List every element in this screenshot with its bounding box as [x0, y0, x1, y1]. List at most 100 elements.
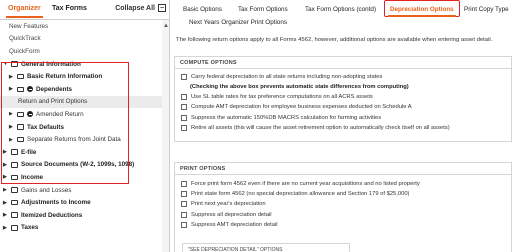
- tree-item-dependents[interactable]: ▶ Dependents: [0, 83, 162, 96]
- intro-text: The following return options apply to al…: [176, 37, 493, 43]
- folder-icon: [17, 124, 24, 130]
- tree-item-taxes[interactable]: ▶ Taxes: [0, 222, 162, 235]
- option-suppress-150db-macrs[interactable]: Suppress the automatic 150%DB MACRS calc…: [175, 113, 511, 123]
- tree-item-new-features[interactable]: New Features: [0, 20, 162, 33]
- folder-icon: [11, 187, 18, 193]
- chevron-right-icon[interactable]: ▶: [3, 200, 9, 206]
- tree-item-label: Separate Returns from Joint Data: [27, 136, 121, 144]
- collapse-all-button[interactable]: Collapse All −: [115, 4, 166, 12]
- tree-item-separate-returns[interactable]: ▶ Separate Returns from Joint Data: [0, 133, 162, 146]
- checkbox[interactable]: [181, 181, 187, 188]
- chevron-right-icon[interactable]: ▶: [3, 212, 9, 218]
- folder-icon: [11, 61, 18, 67]
- checkbox[interactable]: [181, 211, 187, 218]
- tree-item-basic-return-information[interactable]: ▶ Basic Return Information: [0, 70, 162, 83]
- tree-scrollbar[interactable]: ▲: [162, 20, 169, 252]
- folder-icon: [17, 73, 24, 80]
- tree-item-label: Adjustments to Income: [21, 199, 91, 207]
- checkbox[interactable]: [181, 114, 187, 121]
- tree-item-quickform[interactable]: QuickForm: [0, 45, 162, 58]
- collapse-all-label: Collapse All: [115, 4, 155, 12]
- option-label: Force print form 4562 even if there are …: [191, 181, 420, 188]
- chevron-right-icon[interactable]: ▶: [9, 124, 15, 130]
- chevron-right-icon[interactable]: ▶: [3, 225, 9, 231]
- tree-item-general-information[interactable]: ▼ General Information: [0, 58, 162, 71]
- option-note: (Checking the above box prevents automat…: [190, 84, 409, 91]
- option-label: Print next year's depreciation: [191, 201, 266, 208]
- checkbox[interactable]: [181, 104, 187, 111]
- tree-item-return-and-print-options[interactable]: Return and Print Options: [0, 95, 162, 109]
- tab-organizer[interactable]: Organizer: [6, 5, 43, 18]
- option-force-print-4562[interactable]: Force print form 4562 even if there are …: [175, 179, 511, 189]
- chevron-right-icon[interactable]: ▶: [3, 149, 9, 155]
- chevron-right-icon[interactable]: ▶: [9, 74, 15, 80]
- folder-icon: [11, 212, 18, 218]
- tree-item-amended-return[interactable]: ▶ Amended Return: [0, 108, 162, 121]
- checkbox[interactable]: [181, 201, 187, 208]
- option-label: Suppress AMT depreciation detail: [191, 221, 278, 228]
- chevron-down-icon[interactable]: ▼: [3, 61, 9, 67]
- tree-item-quicktrack[interactable]: QuickTrack: [0, 33, 162, 46]
- scroll-up-icon[interactable]: ▲: [163, 23, 169, 29]
- minus-circle-icon: [27, 111, 33, 118]
- active-tab-underline: [388, 15, 456, 17]
- checkbox[interactable]: [181, 94, 187, 101]
- left-tab-bar: Organizer Tax Forms Collapse All −: [0, 0, 169, 20]
- chevron-right-icon[interactable]: ▶: [3, 174, 9, 180]
- tab-next-years-organizer[interactable]: Next Years Organizer Print Options: [189, 16, 287, 28]
- option-print-state-4562[interactable]: Print state form 4562 (no special deprec…: [175, 189, 511, 199]
- option-print-next-year-depreciation[interactable]: Print next year's depreciation: [175, 199, 511, 209]
- tree-item-label: Amended Return: [36, 110, 84, 118]
- option-use-sl-table-rates[interactable]: Use SL table rates for tax preference co…: [175, 92, 511, 102]
- tab-tax-form-options[interactable]: Tax Form Options: [238, 3, 288, 15]
- tree-item-source-documents[interactable]: ▶ Source Documents (W-2, 1099s, 1098): [0, 159, 162, 172]
- tab-depreciation-options[interactable]: Depreciation Options: [390, 3, 454, 15]
- tree-item-label: Return and Print Options: [18, 98, 88, 106]
- tree-item-label: QuickForm: [9, 47, 40, 55]
- tab-tax-form-options-contd[interactable]: Tax Form Options (contd): [305, 3, 376, 15]
- tree-item-gains-and-losses[interactable]: ▶ Gains and Losses: [0, 184, 162, 197]
- option-retire-all-assets[interactable]: Retire all assets (this will cause the a…: [175, 123, 511, 133]
- chevron-right-icon[interactable]: ▶: [9, 111, 15, 117]
- collapse-icon: −: [158, 4, 166, 12]
- folder-icon: [11, 149, 18, 155]
- minus-circle-icon: [27, 86, 33, 93]
- chevron-right-icon[interactable]: ▶: [9, 86, 15, 92]
- checkbox[interactable]: [181, 124, 187, 131]
- tree-item-label: Income: [21, 173, 44, 181]
- tree-item-itemized-deductions[interactable]: ▶ Itemized Deductions: [0, 209, 162, 222]
- folder-icon: [17, 136, 24, 143]
- tree-item-income[interactable]: ▶ Income: [0, 171, 162, 184]
- tree-item-adjustments-to-income[interactable]: ▶ Adjustments to Income: [0, 196, 162, 209]
- see-detail-options-heading: "SEE DEPRECIATION DETAIL" OPTIONS: [182, 243, 350, 252]
- organizer-panel: Organizer Tax Forms Collapse All − New F…: [0, 0, 170, 252]
- tree-item-label: General Information: [21, 60, 81, 68]
- option-label: Compute AMT depreciation for employee bu…: [191, 104, 412, 111]
- checkbox[interactable]: [181, 191, 187, 198]
- option-suppress-amt-detail[interactable]: Suppress AMT depreciation detail: [175, 220, 511, 230]
- option-carry-federal-depreciation[interactable]: Carry federal depreciation to all state …: [175, 72, 511, 82]
- tree-item-e-file[interactable]: ▶ E-file: [0, 146, 162, 159]
- tree-item-label: Taxes: [21, 224, 39, 232]
- print-options-panel: PRINT OPTIONS Force print form 4562 even…: [174, 162, 512, 252]
- tree-item-label: QuickTrack: [9, 35, 41, 43]
- chevron-right-icon[interactable]: ▶: [3, 162, 9, 168]
- tree-item-label: E-file: [21, 148, 37, 156]
- tab-basic-options[interactable]: Basic Options: [183, 3, 222, 15]
- tab-print-copy-type[interactable]: Print Copy Type: [464, 3, 509, 15]
- chevron-right-icon[interactable]: ▶: [9, 137, 15, 143]
- option-label: Retire all assets (this will cause the a…: [191, 124, 450, 131]
- tab-tax-forms[interactable]: Tax Forms: [52, 5, 87, 12]
- option-suppress-depreciation-detail[interactable]: Suppress all depreciation detail: [175, 210, 511, 220]
- folder-icon: [17, 86, 24, 93]
- option-compute-amt-depreciation[interactable]: Compute AMT depreciation for employee bu…: [175, 102, 511, 112]
- tree-item-tax-defaults[interactable]: ▶ Tax Defaults: [0, 121, 162, 134]
- option-label: Suppress all depreciation detail: [191, 211, 272, 218]
- compute-options-heading: COMPUTE OPTIONS: [175, 57, 511, 69]
- tree-item-label: Gains and Losses: [21, 186, 72, 194]
- checkbox[interactable]: [181, 221, 187, 228]
- checkbox[interactable]: [181, 74, 187, 81]
- tree-item-label: New Features: [9, 22, 49, 30]
- option-label: Print state form 4562 (no special deprec…: [191, 191, 410, 198]
- chevron-right-icon[interactable]: ▶: [3, 187, 9, 193]
